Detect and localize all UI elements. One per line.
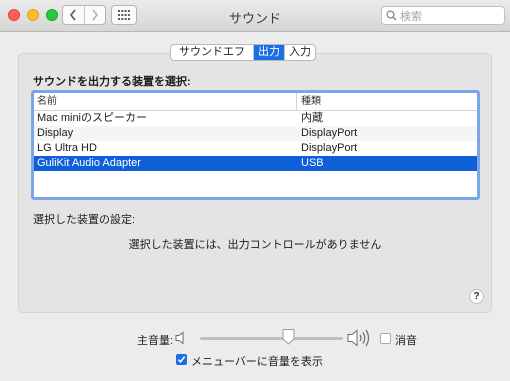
no-controls-message: 選択した装置には、出力コントロールがありません — [128, 239, 382, 251]
search-field[interactable]: 検索 — [381, 6, 505, 25]
output-volume-label: 主音量: — [137, 335, 174, 347]
output-device-table[interactable]: 名前 種類 Mac miniのスピーカー 内蔵 Display DisplayP… — [31, 90, 480, 200]
sound-preferences-window: サウンド 検索 サウンドエフェクト 出力 入力 サウンドを出力する装置を選択: … — [0, 0, 510, 381]
title-bar: サウンド 検索 — [0, 0, 510, 32]
device-type: USB — [301, 157, 324, 169]
device-type: DisplayPort — [301, 127, 358, 139]
table-row-selected[interactable]: GuliKit Audio Adapter USB — [34, 156, 477, 171]
device-name: LG Ultra HD — [37, 142, 97, 154]
volume-slider-thumb[interactable] — [282, 329, 295, 345]
tab-bar: サウンドエフェクト 出力 入力 — [170, 44, 316, 61]
speaker-low-icon — [175, 331, 184, 345]
mute-checkbox[interactable] — [380, 333, 391, 344]
checkmark-icon — [177, 356, 186, 363]
column-header-name[interactable]: 名前 — [34, 93, 297, 110]
output-device-heading: サウンドを出力する装置を選択: — [33, 76, 191, 88]
column-header-type[interactable]: 種類 — [297, 93, 321, 110]
tab-output[interactable]: 出力 — [253, 45, 284, 60]
table-row[interactable]: Mac miniのスピーカー 内蔵 — [34, 111, 477, 126]
help-button[interactable]: ? — [469, 289, 484, 304]
table-empty-space — [34, 171, 477, 197]
mute-label[interactable]: 消音 — [395, 332, 417, 348]
device-name: GuliKit Audio Adapter — [37, 157, 141, 169]
device-type: 内蔵 — [301, 112, 323, 124]
device-type: DisplayPort — [301, 142, 358, 154]
search-icon — [386, 10, 397, 21]
tab-sound-effects[interactable]: サウンドエフェクト — [171, 45, 253, 60]
speaker-high-icon — [347, 329, 370, 347]
table-row[interactable]: Display DisplayPort — [34, 126, 477, 141]
device-name: Mac miniのスピーカー — [37, 112, 148, 124]
tab-input[interactable]: 入力 — [284, 45, 315, 60]
search-placeholder: 検索 — [400, 10, 422, 23]
table-row[interactable]: LG Ultra HD DisplayPort — [34, 141, 477, 156]
volume-slider-track[interactable] — [200, 337, 343, 340]
device-name: Display — [37, 127, 74, 139]
device-settings-label: 選択した装置の設定: — [33, 214, 136, 226]
table-header: 名前 種類 — [34, 93, 477, 111]
show-volume-in-menubar-label[interactable]: メニューバーに音量を表示 — [191, 353, 323, 369]
show-volume-in-menubar-checkbox[interactable] — [176, 354, 187, 365]
